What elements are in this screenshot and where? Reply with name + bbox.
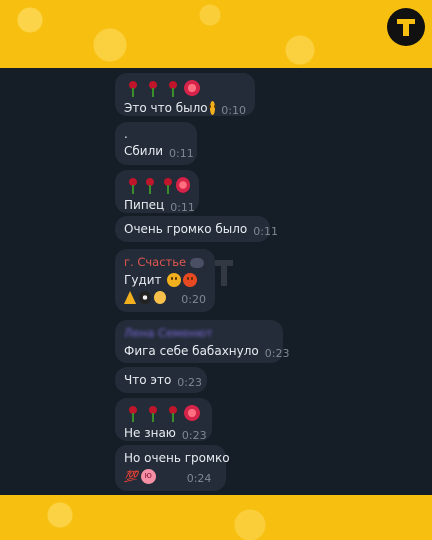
emoji-row [124, 79, 246, 97]
t-logo-icon [387, 8, 425, 46]
flower-emoji-icon [184, 405, 200, 421]
mask-emoji-icon [190, 257, 205, 268]
message-bubble: г. Счастье Гудит 0:20 [115, 249, 215, 312]
emoji-row [124, 404, 203, 422]
angry-face-icon [182, 273, 197, 287]
rose-emoji-icon [164, 80, 181, 97]
rose-emoji-icon [144, 80, 161, 97]
message-time: 0:23 [264, 347, 290, 360]
message-text: Не знаю [124, 426, 176, 440]
message-text: Фига себе бабахнуло [124, 344, 259, 358]
message-bubble: Но очень громко 💯 ю 0:24 [115, 445, 230, 491]
message-text: Но очень громко [124, 451, 230, 465]
message-bubble: Это что было 0:10 [115, 73, 255, 117]
bottom-banner [0, 495, 432, 540]
pouting-face-icon [166, 273, 181, 287]
message-bubble: . Сбили 0:11 [115, 122, 197, 165]
flushed-face-icon [209, 101, 216, 115]
flower-emoji-icon [176, 177, 191, 193]
swirl-reaction-icon[interactable] [139, 291, 152, 304]
message-bubble: Не знаю 0:23 [115, 398, 212, 442]
flower-emoji-icon [184, 80, 200, 96]
message-bubble: Лена Семенют Фига себе бабахнуло 0:23 [115, 320, 289, 363]
message-bubble: Очень громко было 0:11 [115, 216, 278, 242]
message-text: Гудит [124, 273, 162, 287]
rose-emoji-icon [124, 405, 141, 422]
top-banner [0, 0, 432, 68]
message-bubble: Что это 0:23 [115, 367, 207, 393]
message-bubble: Пипец 0:11 [115, 170, 199, 214]
rose-emoji-icon [124, 177, 138, 194]
emoji-row [124, 176, 191, 194]
pray-reaction-icon[interactable] [124, 291, 137, 304]
nerd-reaction-icon[interactable]: ю [140, 469, 156, 484]
message-text: Сбили [124, 144, 164, 158]
message-text: Это что было [124, 101, 208, 115]
message-time: 0:24 [186, 472, 212, 485]
rose-emoji-icon [159, 177, 173, 194]
sender-name: г. Счастье [124, 255, 206, 269]
reactions-row[interactable]: 0:20 [124, 291, 206, 306]
message-time: 0:23 [177, 376, 202, 389]
sender-label: г. Счастье [124, 255, 187, 269]
message-time: 0:10 [221, 104, 246, 117]
rose-emoji-icon [141, 177, 155, 194]
message-text: Пипец [124, 198, 165, 212]
message-time: 0:23 [181, 429, 207, 442]
rose-emoji-icon [164, 405, 181, 422]
message-text: . [124, 127, 128, 141]
message-time: 0:11 [253, 225, 278, 238]
message-time: 0:11 [169, 147, 194, 160]
message-text: Очень громко было [124, 222, 248, 236]
sender-name: Лена Семенют [124, 326, 213, 340]
chat-window[interactable]: Это что было 0:10 . Сбили 0:11 Пипец 0:1… [0, 68, 432, 495]
hundred-reaction-icon[interactable]: 💯 [124, 470, 138, 483]
rose-emoji-icon [144, 405, 161, 422]
message-time: 0:11 [170, 201, 195, 214]
t-watermark-icon [213, 258, 235, 288]
rose-emoji-icon [124, 80, 141, 97]
reactions-row[interactable]: 💯 ю 0:24 [124, 469, 217, 485]
message-time: 0:20 [181, 293, 206, 306]
message-text: Что это [124, 373, 172, 387]
moon-reaction-icon[interactable] [154, 291, 167, 304]
